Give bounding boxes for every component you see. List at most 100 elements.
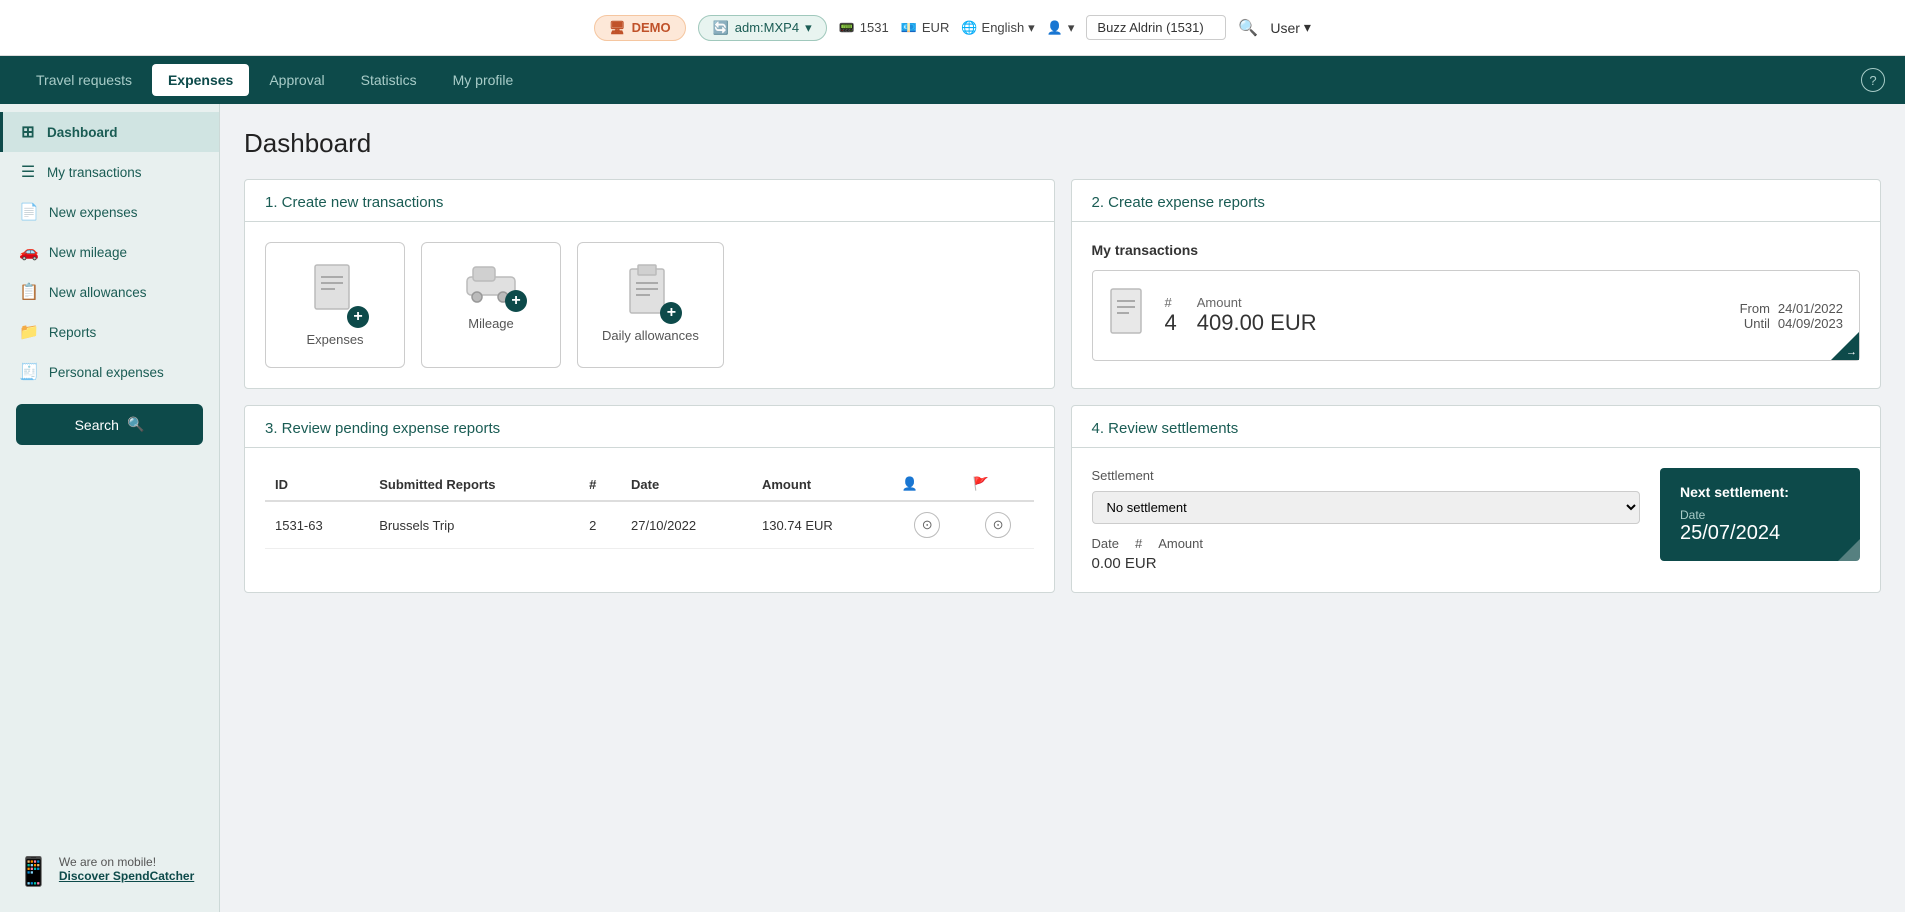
sidebar-footer-line1: We are on mobile!	[59, 855, 194, 869]
adm-badge[interactable]: 🔄 adm:MXP4 ▾	[698, 15, 827, 41]
sidebar-label-reports: Reports	[49, 325, 96, 340]
tile-mileage[interactable]: + Mileage	[421, 242, 561, 368]
search-button[interactable]: Search 🔍	[16, 404, 203, 445]
section1-header: 1. Create new transactions	[245, 180, 1054, 222]
profile-icon-area[interactable]: 👤 ▾	[1047, 20, 1075, 36]
sidebar-label-new-expenses: New expenses	[49, 205, 138, 220]
topbar: 🖥 DEMO 🔄 adm:MXP4 ▾ 📟 1531 💶 EUR 🌐 Engli…	[0, 0, 1905, 56]
table-row: 1531-63 Brussels Trip 2 27/10/2022 130.7…	[265, 501, 1034, 549]
nav-approval[interactable]: Approval	[253, 64, 340, 96]
language-selector[interactable]: 🌐 English ▾	[961, 20, 1034, 36]
sidebar-item-new-mileage[interactable]: 🚗 New mileage	[0, 232, 219, 272]
tile-expenses[interactable]: + Expenses	[265, 242, 405, 368]
nav-expenses[interactable]: Expenses	[152, 64, 249, 96]
user-role-label: User	[1270, 20, 1300, 36]
view-button[interactable]: ⊙	[914, 512, 940, 538]
row-action2[interactable]: ⊙	[963, 501, 1034, 549]
dashboard-icon: ⊞	[19, 122, 37, 142]
number-icon: 📟	[839, 20, 855, 36]
next-settlement-label: Next settlement:	[1680, 484, 1840, 500]
section-settlements: 4. Review settlements Settlement No sett…	[1071, 405, 1882, 593]
currency-item: 💶 EUR	[901, 20, 950, 36]
transactions-amount: 409.00 EUR	[1197, 310, 1317, 336]
sidebar-item-dashboard[interactable]: ⊞ Dashboard	[0, 112, 219, 152]
discover-link[interactable]: Discover SpendCatcher	[59, 869, 194, 883]
sidebar-item-reports[interactable]: 📁 Reports	[0, 312, 219, 352]
next-date-value: 25/07/2024	[1680, 522, 1840, 545]
amount-col-label: Amount	[1158, 536, 1203, 551]
row-id: 1531-63	[265, 501, 369, 549]
row-action1[interactable]: ⊙	[892, 501, 963, 549]
col-id: ID	[265, 468, 369, 501]
transactions-count: 4	[1165, 310, 1177, 336]
settlements-body: Settlement No settlement Date # Amount 0…	[1092, 468, 1861, 572]
search-icon[interactable]: 🔍	[1238, 18, 1258, 38]
section3-body: ID Submitted Reports # Date Amount 👤 🚩	[245, 448, 1054, 569]
mobile-icon: 📱	[16, 855, 51, 888]
user-role-selector[interactable]: User ▾	[1270, 19, 1311, 36]
transactions-card[interactable]: # 4 Amount 409.00 EUR F	[1092, 270, 1861, 361]
date-col-label: Date	[1092, 536, 1119, 551]
flag-col-icon: 🚩	[973, 476, 989, 491]
nav-statistics[interactable]: Statistics	[345, 64, 433, 96]
count-col-label: #	[1135, 536, 1142, 551]
expenses-icon: 📄	[19, 202, 39, 222]
transactions-info: # 4 Amount 409.00 EUR	[1165, 295, 1724, 336]
sidebar-footer: 📱 We are on mobile! Discover SpendCatche…	[0, 839, 219, 904]
language-label: English	[982, 20, 1025, 35]
expenses-plus-icon: +	[347, 306, 369, 328]
allowances-plus-icon: +	[660, 302, 682, 324]
refresh-icon: 🔄	[713, 20, 729, 36]
flag-button[interactable]: ⊙	[985, 512, 1011, 538]
sidebar-item-new-allowances[interactable]: 📋 New allowances	[0, 272, 219, 312]
sidebar-label-new-allowances: New allowances	[49, 285, 147, 300]
settlement-info-row: Date # Amount	[1092, 536, 1641, 551]
settlement-left: Settlement No settlement Date # Amount 0…	[1092, 468, 1641, 572]
number-item: 📟 1531	[839, 20, 889, 36]
from-date: 24/01/2022	[1778, 301, 1843, 316]
demo-badge: 🖥 DEMO	[594, 15, 686, 41]
transactions-dates: From 24/01/2022 Until 04/09/2023	[1740, 301, 1843, 331]
mileage-icon: 🚗	[19, 242, 39, 262]
allowances-icon: 📋	[19, 282, 39, 302]
tile-mileage-icon-wrapper: +	[465, 263, 517, 306]
section3-header: 3. Review pending expense reports	[245, 406, 1054, 448]
settlement-label: Settlement	[1092, 468, 1641, 483]
sidebar-item-new-expenses[interactable]: 📄 New expenses	[0, 192, 219, 232]
settlement-select[interactable]: No settlement	[1092, 491, 1641, 524]
navbar: Travel requests Expenses Approval Statis…	[0, 56, 1905, 104]
until-label: Until	[1744, 316, 1770, 331]
next-settlement-corner	[1838, 539, 1860, 561]
person-icon: 👤	[1047, 20, 1063, 36]
col-count: #	[579, 468, 621, 501]
main-layout: ⊞ Dashboard ☰ My transactions 📄 New expe…	[0, 104, 1905, 912]
pending-reports-table: ID Submitted Reports # Date Amount 👤 🚩	[265, 468, 1034, 549]
chevron-down-icon: ▾	[1068, 20, 1075, 36]
nav-travel-requests[interactable]: Travel requests	[20, 64, 148, 96]
dashboard-grid: 1. Create new transactions	[244, 179, 1881, 593]
sidebar-item-personal-expenses[interactable]: 🧾 Personal expenses	[0, 352, 219, 392]
tiles-row: + Expenses	[265, 242, 1034, 368]
user-name-box: Buzz Aldrin (1531)	[1086, 15, 1226, 40]
arrow-icon: →	[1846, 346, 1857, 358]
mileage-plus-icon: +	[505, 290, 527, 312]
section4-header: 4. Review settlements	[1072, 406, 1881, 448]
sidebar-label-dashboard: Dashboard	[47, 125, 118, 140]
tile-mileage-label: Mileage	[468, 316, 514, 331]
help-button[interactable]: ?	[1861, 68, 1885, 92]
col-submitted: Submitted Reports	[369, 468, 579, 501]
until-date: 04/09/2023	[1778, 316, 1843, 331]
nav-my-profile[interactable]: My profile	[437, 64, 530, 96]
col-amount: Amount	[752, 468, 892, 501]
sidebar-item-my-transactions[interactable]: ☰ My transactions	[0, 152, 219, 192]
tile-allowances-icon-wrapper: +	[628, 263, 672, 318]
section-expense-reports: 2. Create expense reports My transaction…	[1071, 179, 1882, 389]
sidebar-label-personal-expenses: Personal expenses	[49, 365, 164, 380]
tile-daily-allowances[interactable]: + Daily allowances	[577, 242, 724, 368]
chevron-down-icon: ▾	[1028, 20, 1035, 36]
reports-icon: 📁	[19, 322, 39, 342]
section2-header: 2. Create expense reports	[1072, 180, 1881, 222]
transactions-row: # 4 Amount 409.00 EUR	[1165, 295, 1724, 336]
adm-label: adm:MXP4	[735, 20, 799, 35]
section1-body: + Expenses	[245, 222, 1054, 388]
